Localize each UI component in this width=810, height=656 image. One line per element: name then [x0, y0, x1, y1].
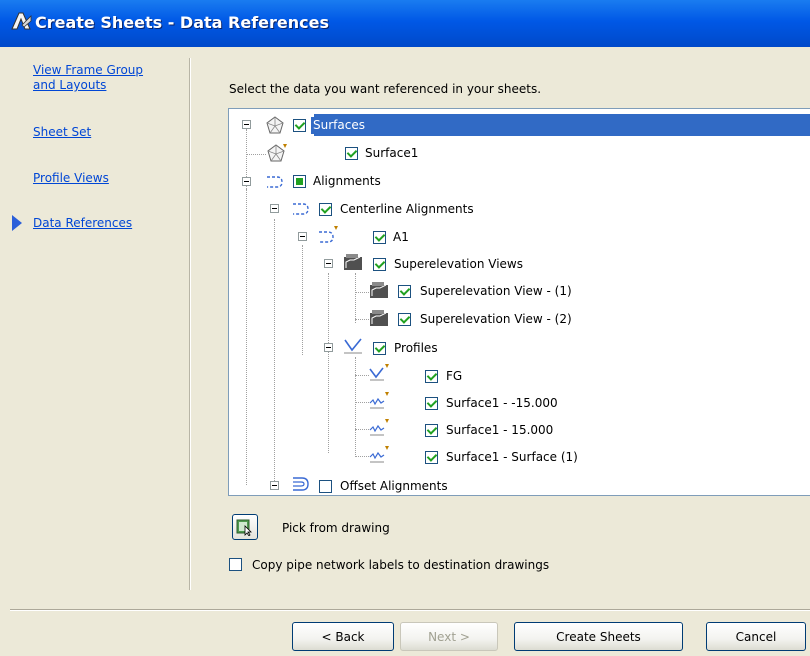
- nav-item-data-references[interactable]: Data References: [33, 216, 132, 231]
- checkbox-superelevation-view-1[interactable]: [398, 285, 411, 298]
- tree-connector: [355, 292, 369, 293]
- tree-label-alignments[interactable]: Alignments: [311, 173, 383, 190]
- tree-connector: [302, 245, 303, 355]
- copy-pipe-labels-label[interactable]: Copy pipe network labels to destination …: [252, 558, 549, 572]
- checkbox-superelevation-views[interactable]: [373, 258, 386, 271]
- tree-connector: [246, 154, 266, 155]
- nav-item-view-frame-group[interactable]: View Frame Group and Layouts: [33, 63, 143, 93]
- profile-icon: [369, 364, 389, 381]
- instruction-text: Select the data you want referenced in y…: [229, 82, 542, 96]
- superelevation-view-icon: [370, 282, 388, 298]
- tree-connector: [328, 273, 329, 453]
- tree-label-superelevation-views[interactable]: Superelevation Views: [392, 256, 525, 273]
- footer-divider: [10, 609, 810, 611]
- collapse-toggle[interactable]: [298, 232, 307, 241]
- tree-connector: [355, 375, 369, 376]
- expand-toggle[interactable]: [270, 481, 279, 490]
- cancel-button[interactable]: Cancel: [706, 622, 806, 651]
- tree-label-surface1-minus15[interactable]: Surface1 - -15.000: [444, 395, 560, 412]
- tree-connector: [355, 456, 369, 457]
- surface-profile-icon: [369, 446, 389, 463]
- checkbox-a1[interactable]: [373, 231, 386, 244]
- create-sheets-button[interactable]: Create Sheets: [514, 622, 683, 651]
- title-bar: Create Sheets - Data References: [0, 0, 810, 47]
- alignment-icon: [319, 226, 338, 243]
- nav-item-profile-views[interactable]: Profile Views: [33, 171, 109, 186]
- surface-icon: [267, 144, 287, 162]
- tree-label-surfaces[interactable]: Surfaces: [311, 117, 367, 134]
- tree-connector: [355, 273, 356, 323]
- checkbox-surface1-surface1[interactable]: [425, 451, 438, 464]
- nav-item-sheet-set[interactable]: Sheet Set: [33, 125, 91, 140]
- checkbox-alignments[interactable]: [293, 175, 306, 188]
- collapse-toggle[interactable]: [324, 259, 333, 268]
- checkbox-surface1-minus15[interactable]: [425, 397, 438, 410]
- surface-icon: [266, 116, 284, 134]
- superelevation-view-icon: [344, 254, 362, 270]
- tree-connector: [355, 357, 356, 457]
- offset-alignment-icon: [293, 477, 309, 491]
- tree-connector: [355, 319, 369, 320]
- tree-label-surface1[interactable]: Surface1: [363, 145, 420, 162]
- tree-row-surfaces-highlight: [314, 114, 810, 136]
- pick-from-drawing-label: Pick from drawing: [282, 521, 390, 535]
- collapse-toggle[interactable]: [270, 204, 279, 213]
- collapse-toggle[interactable]: [324, 343, 333, 352]
- checkbox-fg[interactable]: [425, 370, 438, 383]
- checkbox-profiles[interactable]: [373, 342, 386, 355]
- back-button[interactable]: < Back: [292, 622, 394, 651]
- tree-connector: [355, 429, 369, 430]
- checkbox-superelevation-view-2[interactable]: [398, 313, 411, 326]
- tree-label-superelevation-view-1[interactable]: Superelevation View - (1): [418, 283, 574, 300]
- profile-icon: [344, 338, 362, 354]
- checkbox-surface1[interactable]: [345, 147, 358, 160]
- tree-label-offset-alignments[interactable]: Offset Alignments: [338, 478, 450, 495]
- tree-connector: [355, 402, 369, 403]
- window-title: Create Sheets - Data References: [35, 13, 329, 32]
- data-reference-tree[interactable]: Surfaces Surface1 Alignments Centerline …: [228, 108, 810, 496]
- superelevation-view-icon: [370, 310, 388, 326]
- collapse-toggle[interactable]: [242, 177, 251, 186]
- tree-connector: [274, 219, 275, 487]
- tree-label-surface1-surface1[interactable]: Surface1 - Surface (1): [444, 449, 580, 466]
- autocad-civil-logo-icon: [11, 12, 32, 30]
- checkbox-surface1-15[interactable]: [425, 424, 438, 437]
- tree-connector: [246, 189, 247, 485]
- surface-profile-icon: [369, 392, 389, 409]
- checkbox-offset-alignments[interactable]: [319, 480, 332, 493]
- tree-label-profiles[interactable]: Profiles: [392, 340, 440, 357]
- checkbox-centerline-alignments[interactable]: [319, 203, 332, 216]
- collapse-toggle[interactable]: [242, 120, 251, 129]
- active-step-arrow-icon: [12, 215, 22, 231]
- tree-label-a1[interactable]: A1: [391, 229, 411, 246]
- tree-label-fg[interactable]: FG: [444, 368, 464, 385]
- alignment-icon: [267, 176, 283, 188]
- tree-label-surface1-15[interactable]: Surface1 - 15.000: [444, 422, 555, 439]
- pick-from-drawing-icon: [236, 519, 252, 536]
- surface-profile-icon: [369, 419, 389, 436]
- next-button[interactable]: Next >: [400, 622, 498, 651]
- alignment-icon: [293, 203, 309, 215]
- tree-label-superelevation-view-2[interactable]: Superelevation View - (2): [418, 311, 574, 328]
- pick-from-drawing-button[interactable]: [232, 514, 258, 540]
- tree-label-centerline-alignments[interactable]: Centerline Alignments: [338, 201, 476, 218]
- nav-divider: [189, 58, 191, 590]
- copy-pipe-labels-checkbox[interactable]: [229, 558, 242, 571]
- checkbox-surfaces[interactable]: [293, 119, 306, 132]
- wizard-nav: View Frame Group and Layouts Sheet Set P…: [0, 47, 190, 587]
